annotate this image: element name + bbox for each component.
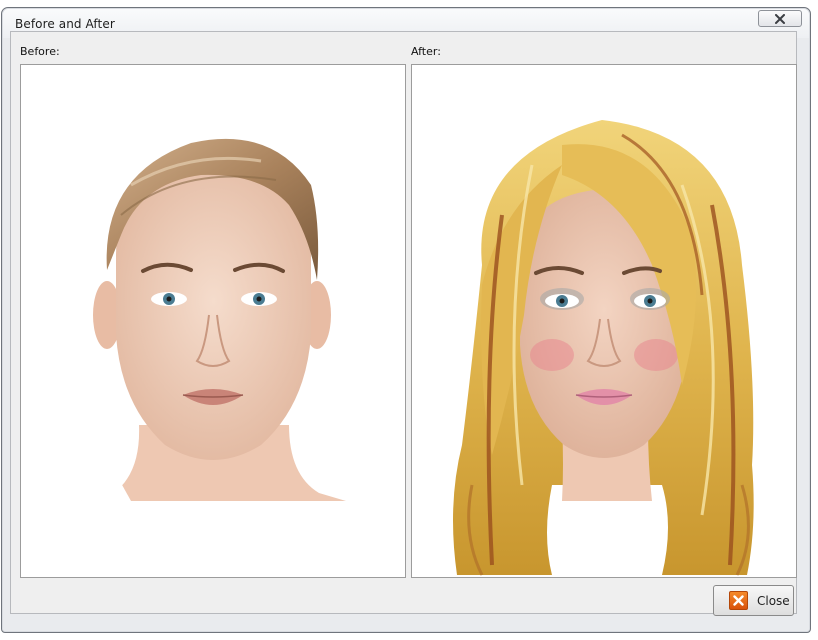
after-image-frame xyxy=(411,64,797,578)
close-x-icon xyxy=(729,591,748,610)
close-icon xyxy=(775,13,785,24)
after-label: After: xyxy=(411,45,441,58)
close-button[interactable]: Close xyxy=(713,585,794,616)
before-face-image xyxy=(81,138,346,501)
close-button-label: Close xyxy=(757,593,790,608)
window-title: Before and After xyxy=(15,17,115,31)
before-image-frame xyxy=(20,64,406,578)
title-close-button[interactable] xyxy=(758,10,802,27)
before-label: Before: xyxy=(20,45,60,58)
after-face-image xyxy=(453,120,754,576)
